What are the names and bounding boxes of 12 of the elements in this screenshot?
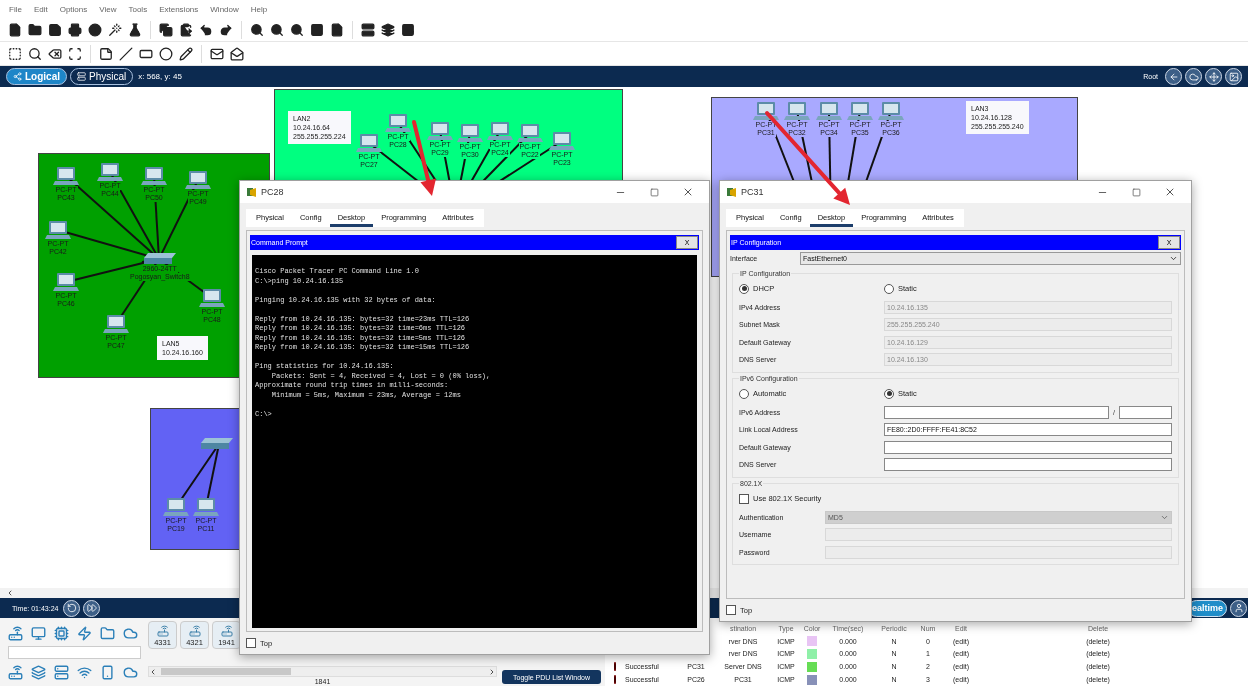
menu-item[interactable]: Options [59, 4, 88, 14]
menu-item[interactable]: Window [210, 4, 239, 14]
cursor-coordinates: x: 568, y: 45 [138, 72, 182, 81]
menu-item[interactable]: View [99, 4, 117, 14]
menu-item[interactable]: Help [250, 4, 268, 14]
menu-item[interactable]: Extensions [159, 4, 199, 14]
window-title: PC28 [261, 187, 284, 197]
menu-item[interactable]: Edit [33, 4, 48, 14]
window-title: PC31 [741, 187, 764, 197]
menu-item[interactable]: File [9, 4, 22, 14]
menu-item[interactable]: Tools [128, 4, 148, 14]
view-mode-tab[interactable]: Logical [6, 68, 67, 85]
